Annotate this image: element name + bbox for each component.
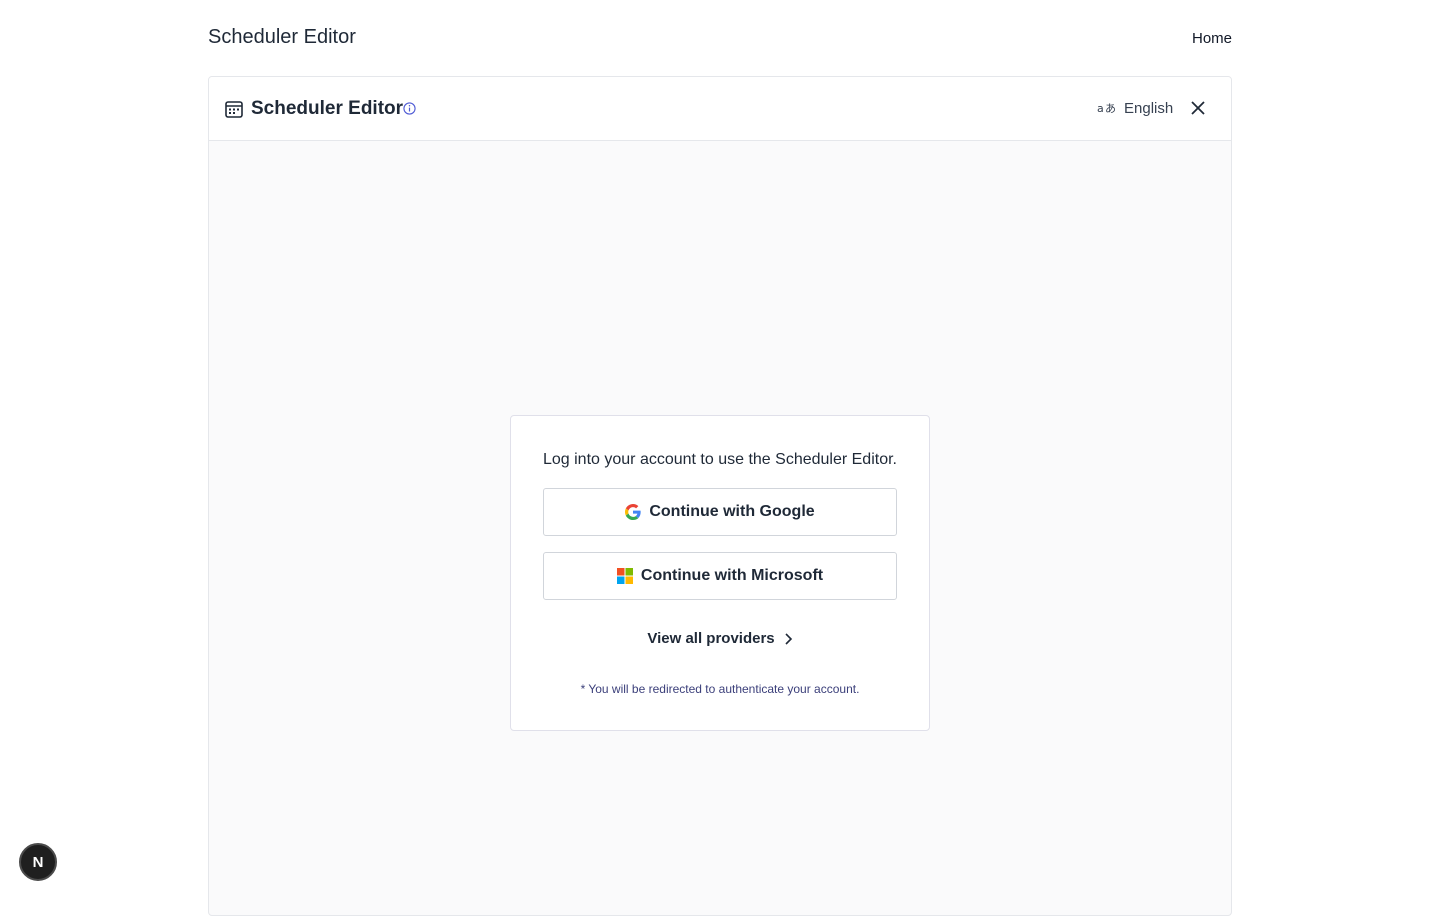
panel-title: Scheduler Editor [251,98,404,119]
calendar-icon [225,101,243,118]
info-icon[interactable] [403,102,416,115]
login-message: Log into your account to use the Schedul… [542,451,897,468]
language-label: English [1124,99,1174,117]
microsoft-button-label: Continue with Microsoft [640,567,824,584]
view-all-providers-link[interactable]: View all providers [511,630,929,647]
translate-icon: a あ [1097,102,1115,115]
google-button-label: Continue with Google [649,503,815,520]
login-card: Log into your account to use the Schedul… [510,415,930,731]
microsoft-logo-icon [616,568,633,584]
language-selector[interactable]: a あ English [1097,97,1173,119]
top-bar: Scheduler Editor Home [208,24,1232,54]
redirect-note: * You will be redirected to authenticate… [580,682,860,696]
google-logo-icon [625,504,642,520]
view-all-label: View all providers [647,630,775,647]
svg-text:a: a [1097,102,1104,115]
editor-panel: Scheduler Editor a あ English Log into yo… [208,76,1232,916]
nextjs-dev-badge[interactable]: N [19,843,57,881]
home-link[interactable]: Home [1192,30,1232,47]
continue-with-microsoft-button[interactable]: Continue with Microsoft [543,552,897,600]
svg-text:あ: あ [1105,102,1115,115]
panel-header: Scheduler Editor a あ English [209,77,1231,141]
continue-with-google-button[interactable]: Continue with Google [543,488,897,536]
badge-letter: N [32,853,44,871]
chevron-right-icon [785,632,792,645]
app-title: Scheduler Editor [208,26,356,48]
close-icon[interactable] [1189,99,1207,117]
